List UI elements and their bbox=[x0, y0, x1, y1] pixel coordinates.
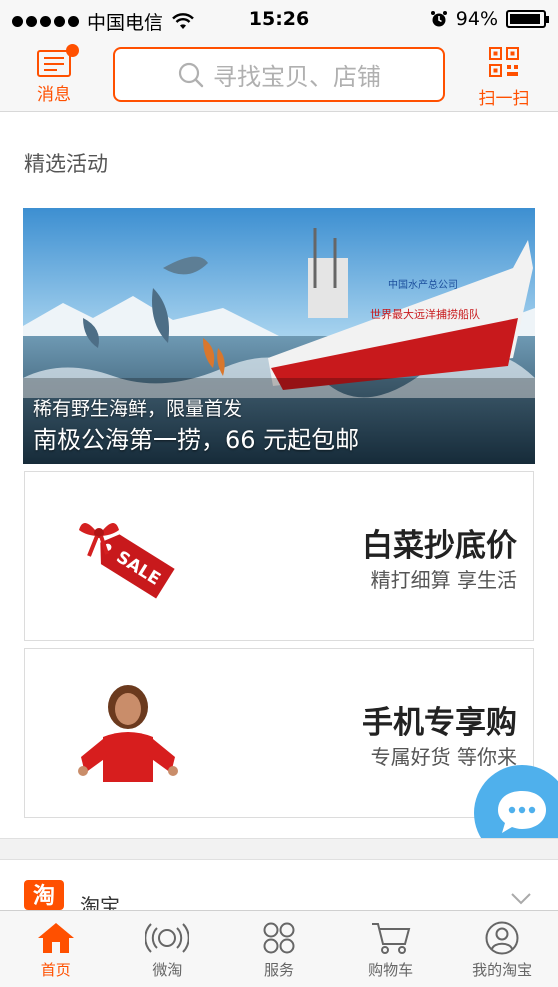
notification-dot bbox=[66, 44, 79, 57]
messages-button[interactable]: 消息 bbox=[24, 44, 84, 108]
card-title: 手机专享购 bbox=[362, 705, 517, 741]
tab-services[interactable]: 服务 bbox=[223, 911, 335, 987]
messages-label: 消息 bbox=[37, 85, 71, 105]
card-subtitle: 精打细算 享生活 bbox=[370, 568, 517, 592]
status-right: 94% bbox=[430, 8, 549, 30]
broadcast-icon bbox=[145, 923, 190, 953]
alarm-icon bbox=[430, 11, 447, 27]
tab-label: 首页 bbox=[40, 961, 71, 979]
chat-bubble-icon bbox=[498, 791, 546, 833]
tab-cart[interactable]: 购物车 bbox=[335, 911, 447, 987]
scan-button[interactable]: 扫一扫 bbox=[472, 44, 536, 109]
promo-card-mobile[interactable]: 手机专享购 专属好货 等你来 bbox=[24, 648, 534, 818]
taobao-row[interactable]: 淘 淘宝 bbox=[0, 860, 558, 918]
chevron-down-icon[interactable] bbox=[510, 892, 532, 906]
svg-text:中国水产总公司: 中国水产总公司 bbox=[388, 278, 458, 291]
cart-icon bbox=[371, 923, 410, 954]
qr-scan-icon bbox=[489, 47, 519, 77]
tab-home[interactable]: 首页 bbox=[0, 911, 112, 987]
section-divider bbox=[0, 838, 558, 860]
scan-label: 扫一扫 bbox=[478, 89, 530, 109]
promo-card-bargain[interactable]: SALE 白菜抄底价 精打细算 享生活 bbox=[24, 471, 534, 641]
tab-label: 我的淘宝 bbox=[472, 961, 533, 979]
banner-title: 南极公海第一捞，66 元起包邮 bbox=[33, 426, 360, 454]
banner-subtitle: 稀有野生海鲜，限量首发 bbox=[33, 398, 243, 420]
section-title: 精选活动 bbox=[24, 152, 108, 176]
profile-icon bbox=[485, 921, 519, 955]
card-subtitle: 专属好货 等你来 bbox=[370, 745, 517, 769]
sale-tag-icon: SALE bbox=[79, 523, 175, 599]
tab-label: 微淘 bbox=[152, 961, 183, 979]
tab-weitao[interactable]: 微淘 bbox=[112, 911, 224, 987]
search-icon bbox=[178, 62, 204, 87]
tab-my-taobao[interactable]: 我的淘宝 bbox=[446, 911, 558, 987]
promo-banner[interactable]: 中国水产总公司 世界最大远洋捕捞船队 稀有野生海鲜，限量首发 南极公海第一捞，6… bbox=[23, 208, 535, 464]
home-icon bbox=[37, 923, 74, 953]
battery-icon bbox=[506, 10, 549, 28]
svg-text:世界最大远洋捕捞船队: 世界最大远洋捕捞船队 bbox=[370, 307, 480, 321]
card-title: 白菜抄底价 bbox=[362, 528, 517, 564]
tab-label: 服务 bbox=[263, 961, 294, 979]
status-bar: 中国电信 15:26 94% bbox=[0, 0, 558, 38]
search-placeholder: 寻找宝贝、店铺 bbox=[213, 63, 381, 91]
tab-label: 购物车 bbox=[368, 961, 414, 979]
message-list-icon bbox=[37, 44, 79, 78]
taobao-logo-icon: 淘 bbox=[24, 880, 64, 910]
woman-photo bbox=[78, 685, 178, 782]
battery-percent: 94% bbox=[455, 8, 498, 30]
grid-circles-icon bbox=[263, 922, 295, 954]
search-input[interactable]: 寻找宝贝、店铺 bbox=[113, 47, 445, 102]
header: 消息 寻找宝贝、店铺 扫一扫 bbox=[0, 38, 558, 112]
tab-bar: 首页 微淘 服务 购物车 我的淘宝 bbox=[0, 910, 558, 987]
